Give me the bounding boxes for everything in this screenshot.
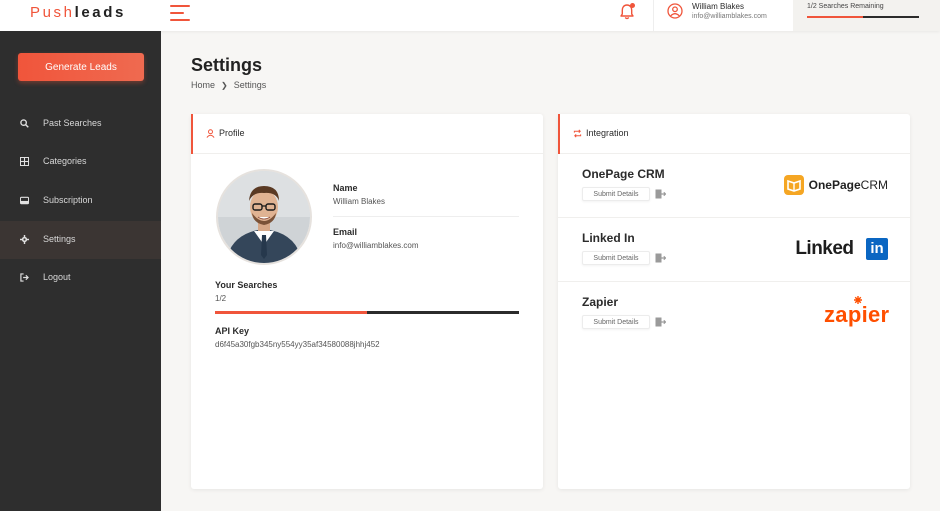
brand-name-part1: Push xyxy=(30,4,75,21)
sidebar-item-label: Settings xyxy=(43,234,76,244)
gear-icon xyxy=(20,235,29,244)
sidebar-item-label: Past Searches xyxy=(43,118,102,128)
searches-remaining-panel: 1/2 Searches Remaining xyxy=(793,0,940,31)
searches-remaining-fill xyxy=(807,16,863,18)
api-key-value[interactable]: d6f45a30fgb345ny554yy35af34580088jhhj452 xyxy=(215,340,380,349)
linkedin-logo-text: Linked xyxy=(795,238,854,259)
card-icon xyxy=(20,196,29,205)
name-value: William Blakes xyxy=(333,197,386,206)
integration-card: Integration OnePage CRM Submit Details O… xyxy=(558,114,910,489)
sidebar-item-label: Categories xyxy=(43,156,87,166)
sync-icon xyxy=(573,129,582,138)
integration-card-title: Integration xyxy=(586,128,629,138)
avatar[interactable] xyxy=(216,169,312,265)
profile-card: Profile Name William Blakes Email info@w… xyxy=(191,114,543,489)
grid-icon xyxy=(20,157,29,166)
searches-progress-bar xyxy=(215,311,519,314)
submit-details-button[interactable]: Submit Details xyxy=(582,187,650,201)
submit-details-button[interactable]: Submit Details xyxy=(582,251,650,265)
breadcrumb-current: Settings xyxy=(233,80,267,90)
zapier-logo-text: zapier xyxy=(824,302,890,327)
export-icon[interactable] xyxy=(655,189,666,199)
sidebar-item-label: Logout xyxy=(43,272,71,282)
linkedin-logo-badge: in xyxy=(866,238,888,260)
integration-name: Linked In xyxy=(582,231,635,245)
breadcrumb-home[interactable]: Home xyxy=(191,80,215,90)
search-icon xyxy=(20,119,29,128)
sidebar-item-logout[interactable]: Logout xyxy=(0,259,161,297)
topbar-divider xyxy=(653,0,654,31)
email-label: Email xyxy=(333,227,358,237)
linkedin-logo: Linked in xyxy=(795,238,888,262)
searches-remaining-text: 1/2 Searches Remaining xyxy=(807,3,884,10)
searches-remaining-bar xyxy=(807,16,919,18)
user-name: William Blakes xyxy=(692,2,745,11)
sidebar: Generate Leads Past Searches Categories … xyxy=(0,31,161,511)
profile-card-title: Profile xyxy=(219,128,245,138)
integration-row-linkedin: Linked In Submit Details Linked in xyxy=(558,218,910,282)
onepage-logo-text-bold: OnePage xyxy=(808,178,861,192)
hamburger-menu-icon[interactable] xyxy=(170,5,190,21)
integration-row-zapier: Zapier Submit Details zapier xyxy=(558,282,910,346)
name-label: Name xyxy=(333,183,358,193)
zapier-logo: zapier xyxy=(824,296,890,328)
chevron-right-icon: ❯ xyxy=(221,81,228,90)
user-icon xyxy=(206,129,215,138)
user-email: info@williamblakes.com xyxy=(692,13,767,20)
integration-name: Zapier xyxy=(582,295,619,309)
brand-logo[interactable]: Pushleads xyxy=(30,4,126,21)
searches-progress-fill xyxy=(215,311,367,314)
api-key-label: API Key xyxy=(215,326,250,336)
submit-details-button[interactable]: Submit Details xyxy=(582,315,650,329)
export-icon[interactable] xyxy=(655,317,666,327)
bell-icon[interactable] xyxy=(618,3,636,21)
sidebar-item-past-searches[interactable]: Past Searches xyxy=(0,105,161,143)
sidebar-item-categories[interactable]: Categories xyxy=(0,143,161,181)
brand-name-part2: leads xyxy=(74,4,126,21)
searches-value: 1/2 xyxy=(215,294,227,303)
export-icon[interactable] xyxy=(655,253,666,263)
email-value: info@williamblakes.com xyxy=(333,241,419,250)
breadcrumb: Home ❯ Settings xyxy=(191,80,266,90)
integration-card-header: Integration xyxy=(558,114,910,154)
logout-icon xyxy=(20,273,29,282)
sidebar-item-subscription[interactable]: Subscription xyxy=(0,182,161,220)
top-bar: Pushleads William Blakes info@williambla… xyxy=(0,0,940,31)
sidebar-item-settings[interactable]: Settings xyxy=(0,221,161,259)
integration-row-onepage: OnePage CRM Submit Details OnePageCRM xyxy=(558,154,910,218)
integration-name: OnePage CRM xyxy=(582,167,665,181)
field-divider xyxy=(333,216,519,217)
searches-label: Your Searches xyxy=(215,280,278,290)
onepage-crm-logo: OnePageCRM xyxy=(784,175,888,197)
user-circle-icon xyxy=(667,3,683,19)
generate-leads-button[interactable]: Generate Leads xyxy=(18,53,144,81)
sidebar-item-label: Subscription xyxy=(43,195,93,205)
onepage-logo-text-light: CRM xyxy=(860,178,888,192)
page-title: Settings xyxy=(191,55,263,75)
profile-card-header: Profile xyxy=(191,114,543,154)
